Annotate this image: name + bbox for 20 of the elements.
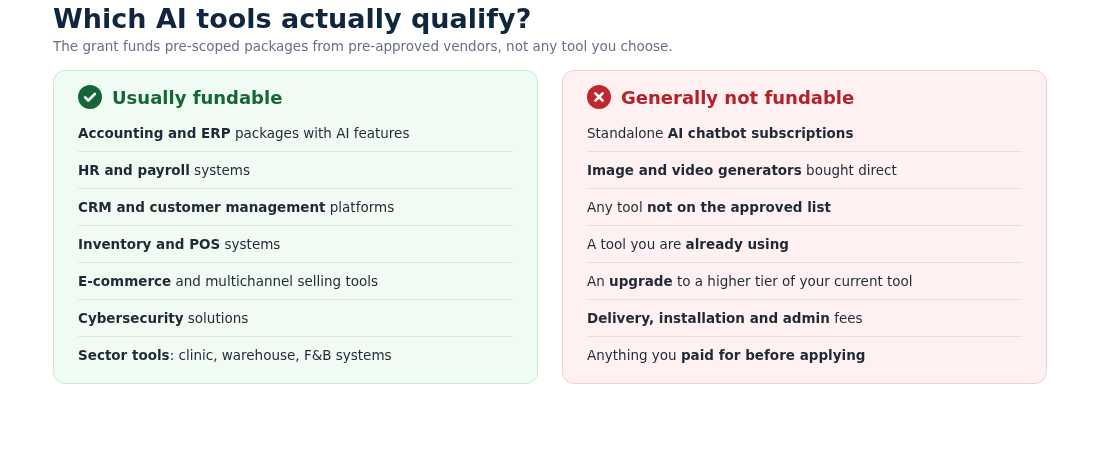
list-item: Cybersecurity solutions [78,300,513,337]
list-item: Any tool not on the approved list [587,189,1022,226]
list-item: Sector tools: clinic, warehouse, F&B systems [78,346,393,365]
list-item: Accounting and ERP packages with AI features [78,115,513,152]
list-item: An upgrade to a higher tier of your current tool [587,263,1022,300]
page-subtitle: The grant funds pre-scoped packages from pre-approved vendors, not any tool you choose. [53,38,674,54]
list-item: CRM and customer management platforms [78,189,513,226]
list-item: HR and payroll systems [78,152,513,189]
check-circle-icon [78,85,102,109]
page-heading: Which AI tools actually qualify? [53,2,533,36]
list-item: Delivery, installation and admin fees [587,300,1022,337]
x-circle-icon [587,85,611,109]
list-item: A tool you are already using [587,226,1022,263]
list-item: Standalone AI chatbot subscriptions [587,115,1022,152]
list-item: E-commerce and multichannel selling tools [78,263,513,300]
list-item: Anything you paid for before applying [587,346,867,365]
card-title: Generally not fundable [621,86,855,108]
list-item: Image and video generators bought direct [587,152,1022,189]
list-item: Inventory and POS systems [78,226,513,263]
card-title: Usually fundable [112,86,283,108]
